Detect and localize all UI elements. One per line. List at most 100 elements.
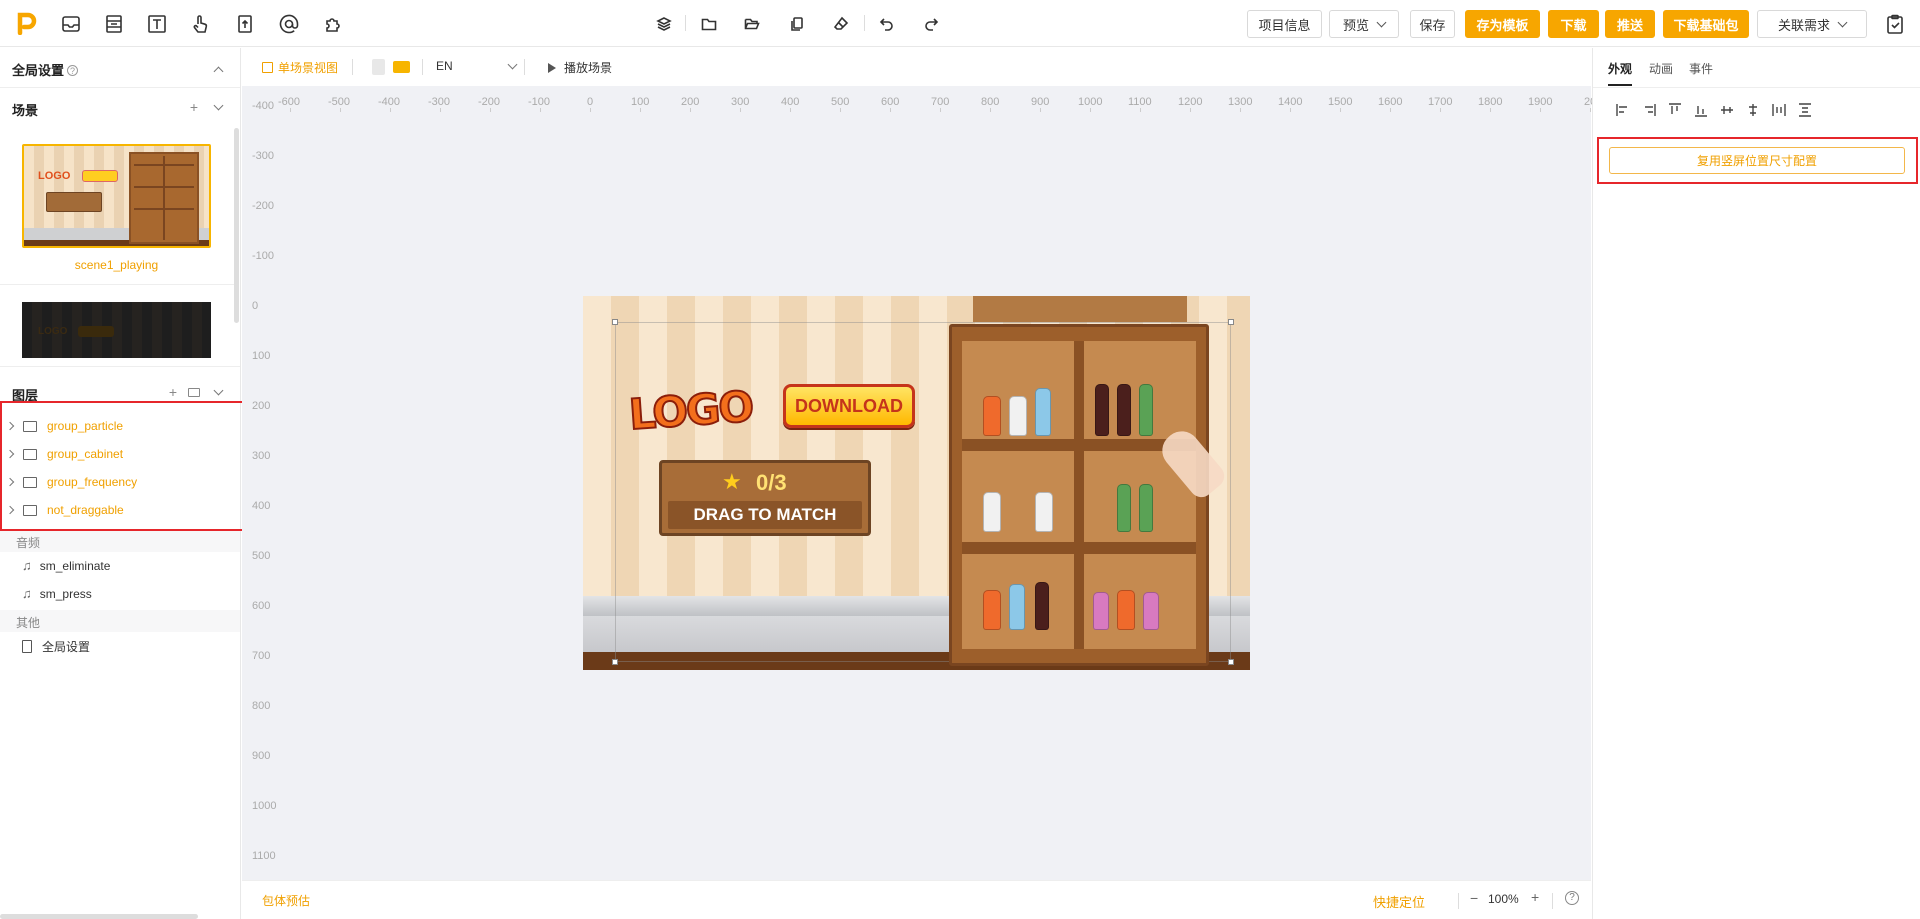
bottle[interactable] bbox=[1143, 592, 1159, 630]
chevron-right-icon[interactable] bbox=[5, 449, 15, 459]
color-swatch-gray[interactable] bbox=[372, 59, 385, 75]
scene-thumbnail-scene1[interactable]: LOGO bbox=[22, 144, 211, 248]
resize-handle[interactable] bbox=[1228, 319, 1234, 325]
scene-name[interactable]: scene1_playing bbox=[22, 258, 211, 272]
align-bottom-icon[interactable] bbox=[1693, 102, 1709, 118]
folder-icon[interactable] bbox=[699, 14, 719, 34]
single-scene-view-toggle[interactable]: 单场景视图 bbox=[262, 59, 338, 76]
plugin-icon[interactable] bbox=[321, 12, 345, 36]
reuse-portrait-config-button[interactable]: 复用竖屏位置尺寸配置 bbox=[1609, 147, 1905, 174]
add-scene-icon[interactable]: + bbox=[187, 99, 201, 115]
quick-locate-button[interactable]: 快捷定位 bbox=[1373, 892, 1425, 911]
save-template-button[interactable]: 存为模板 bbox=[1465, 10, 1540, 38]
align-top-icon[interactable] bbox=[1667, 102, 1683, 118]
ruler-tick-label: -400 bbox=[252, 100, 275, 112]
layer-row-not-draggable[interactable]: not_draggable bbox=[0, 496, 240, 524]
bottle[interactable] bbox=[1139, 384, 1153, 436]
upload-file-icon[interactable] bbox=[233, 12, 257, 36]
new-folder-icon[interactable] bbox=[187, 385, 201, 399]
bottle[interactable] bbox=[1139, 484, 1153, 532]
layer-row-group-frequency[interactable]: group_frequency bbox=[0, 468, 240, 496]
help-icon[interactable]: ? bbox=[67, 65, 79, 76]
undo-icon[interactable] bbox=[877, 14, 897, 34]
distribute-vertical-icon[interactable] bbox=[1797, 102, 1813, 118]
global-settings-header[interactable]: 全局设置? bbox=[12, 60, 79, 79]
package-estimate-link[interactable]: 包体预估 bbox=[262, 892, 310, 909]
project-info-button[interactable]: 项目信息 bbox=[1247, 10, 1322, 38]
align-right-icon[interactable] bbox=[1641, 102, 1657, 118]
help-icon[interactable]: ? bbox=[1565, 891, 1579, 905]
eraser-icon[interactable] bbox=[831, 14, 851, 34]
zoom-in-button[interactable]: + bbox=[1531, 889, 1539, 905]
bottle[interactable] bbox=[1093, 592, 1109, 630]
linked-requirements-dropdown[interactable]: 关联需求 bbox=[1757, 10, 1867, 38]
ruler-tick-mark bbox=[840, 108, 841, 112]
bottle[interactable] bbox=[983, 590, 1001, 630]
ruler-tick-mark bbox=[1540, 108, 1541, 112]
align-horizontal-center-icon[interactable] bbox=[1745, 102, 1761, 118]
tab-appearance[interactable]: 外观 bbox=[1608, 60, 1632, 77]
scenes-scrollbar[interactable] bbox=[234, 128, 239, 323]
distribute-horizontal-icon[interactable] bbox=[1771, 102, 1787, 118]
inbox-icon[interactable] bbox=[59, 12, 83, 36]
align-vertical-center-icon[interactable] bbox=[1719, 102, 1735, 118]
tab-animation[interactable]: 动画 bbox=[1649, 60, 1673, 77]
cabinet-top-board bbox=[973, 296, 1187, 322]
bottle[interactable] bbox=[983, 492, 1001, 532]
audio-item-sm-eliminate[interactable]: ♫ sm_eliminate bbox=[22, 558, 110, 573]
resize-handle[interactable] bbox=[1228, 659, 1234, 665]
bottle[interactable] bbox=[1009, 396, 1027, 436]
other-item-global-settings[interactable]: 全局设置 bbox=[22, 638, 90, 655]
folder-icon bbox=[23, 420, 37, 432]
bottle[interactable] bbox=[1035, 492, 1053, 532]
copy-icon[interactable] bbox=[787, 14, 807, 34]
resize-handle[interactable] bbox=[612, 319, 618, 325]
at-sign-icon[interactable] bbox=[277, 12, 301, 36]
clipboard-check-icon[interactable] bbox=[1883, 12, 1907, 36]
chevron-up-icon[interactable] bbox=[211, 62, 225, 76]
chevron-down-icon[interactable] bbox=[211, 100, 225, 114]
app-logo[interactable] bbox=[16, 11, 38, 36]
bottle[interactable] bbox=[1117, 590, 1135, 630]
chevron-right-icon[interactable] bbox=[5, 505, 15, 515]
layers-icon[interactable] bbox=[654, 14, 674, 34]
chevron-right-icon[interactable] bbox=[5, 477, 15, 487]
layer-label: group_particle bbox=[47, 419, 124, 433]
horizontal-scrollbar[interactable] bbox=[0, 914, 198, 919]
bottle[interactable] bbox=[1117, 484, 1131, 532]
zoom-out-button[interactable]: − bbox=[1470, 890, 1478, 906]
add-layer-icon[interactable]: + bbox=[166, 384, 180, 400]
folder-open-icon[interactable] bbox=[742, 14, 762, 34]
language-select[interactable]: EN bbox=[436, 59, 518, 73]
scene-thumbnail-scene2[interactable]: LOGO bbox=[22, 302, 211, 358]
bottle[interactable] bbox=[1117, 384, 1131, 436]
layer-row-group-cabinet[interactable]: group_cabinet bbox=[0, 440, 240, 468]
ruler-tick-label: 500 bbox=[831, 96, 850, 108]
chevron-down-icon[interactable] bbox=[211, 385, 225, 399]
layout-icon[interactable] bbox=[102, 12, 126, 36]
bottle[interactable] bbox=[1035, 388, 1051, 436]
play-scene-button[interactable]: 播放场景 bbox=[548, 59, 612, 76]
chevron-right-icon[interactable] bbox=[5, 421, 15, 431]
bottle[interactable] bbox=[1035, 582, 1049, 630]
text-icon[interactable] bbox=[145, 12, 169, 36]
audio-item-sm-press[interactable]: ♫ sm_press bbox=[22, 586, 92, 601]
bottle[interactable] bbox=[1095, 384, 1109, 436]
game-preview[interactable]: LOGO DOWNLOAD ★ 0/3 DRAG TO MATCH bbox=[583, 296, 1250, 670]
save-button[interactable]: 保存 bbox=[1410, 10, 1455, 38]
hand-pointer-icon[interactable] bbox=[188, 12, 212, 36]
color-swatch-yellow[interactable] bbox=[393, 61, 410, 73]
download-button[interactable]: 下载 bbox=[1548, 10, 1599, 38]
ruler-tick-label: 1000 bbox=[1078, 96, 1103, 108]
align-left-icon[interactable] bbox=[1615, 102, 1631, 118]
preview-dropdown[interactable]: 预览 bbox=[1329, 10, 1399, 38]
download-base-package-button[interactable]: 下载基础包 bbox=[1663, 10, 1749, 38]
game-download-button[interactable]: DOWNLOAD bbox=[783, 384, 915, 428]
resize-handle[interactable] bbox=[612, 659, 618, 665]
bottle[interactable] bbox=[1009, 584, 1025, 630]
push-button[interactable]: 推送 bbox=[1605, 10, 1655, 38]
tab-events[interactable]: 事件 bbox=[1689, 60, 1713, 77]
bottle[interactable] bbox=[983, 396, 1001, 436]
layer-row-group-particle[interactable]: group_particle bbox=[0, 412, 240, 440]
redo-icon[interactable] bbox=[921, 14, 941, 34]
